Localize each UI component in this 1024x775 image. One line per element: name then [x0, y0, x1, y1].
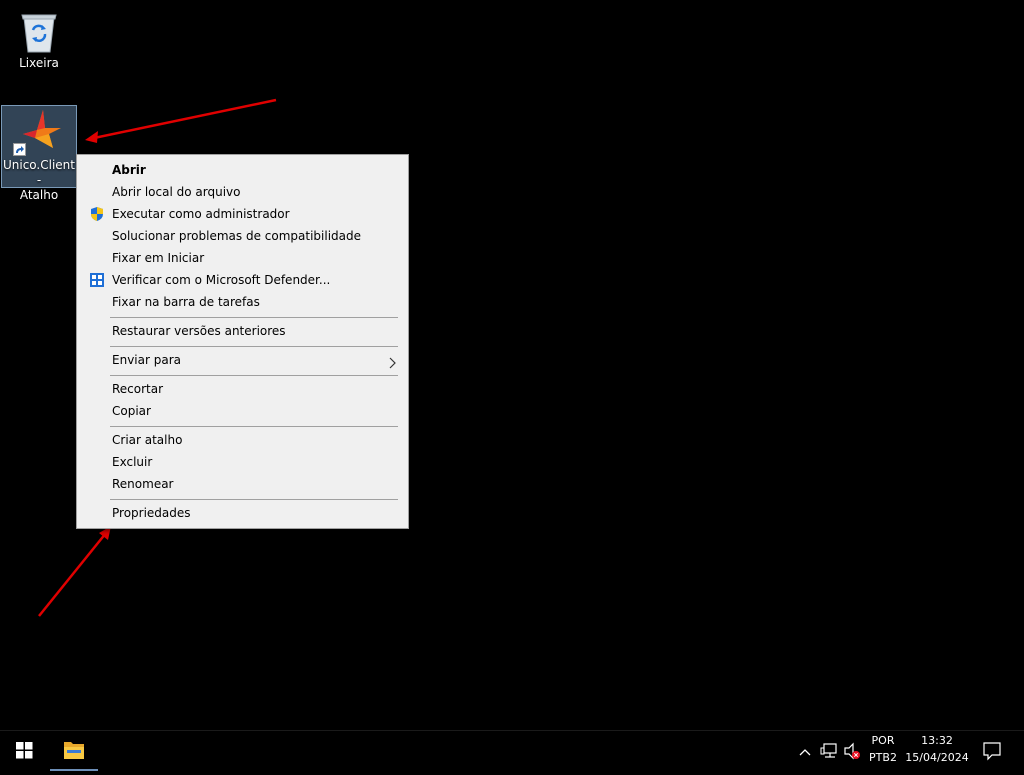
- folder-icon: [64, 742, 84, 759]
- recycle-bin-label: Lixeira: [19, 56, 59, 70]
- menu-item-label: Verificar com o Microsoft Defender...: [112, 273, 331, 287]
- menu-item-recortar[interactable]: Recortar: [79, 378, 406, 400]
- menu-item-label: Renomear: [112, 477, 174, 491]
- unico-client-shortcut[interactable]: Unico.Client - Atalho: [1, 105, 77, 202]
- unico-client-app-icon: [13, 108, 63, 156]
- recycle-bin-desktop-icon[interactable]: Lixeira: [1, 6, 77, 76]
- language-code: POR: [871, 734, 895, 747]
- menu-item-label: Copiar: [112, 404, 151, 418]
- menu-separator: [110, 346, 398, 347]
- menu-item-label: Fixar em Iniciar: [112, 251, 205, 265]
- menu-item-label: Solucionar problemas de compatibilidade: [112, 229, 361, 243]
- menu-item-fixar-em-iniciar[interactable]: Fixar em Iniciar: [79, 247, 406, 269]
- clock-date: 15/04/2024: [905, 751, 969, 764]
- menu-item-propriedades[interactable]: Propriedades: [79, 502, 406, 524]
- recycle-bin-icon: [19, 10, 59, 54]
- menu-item-label: Restaurar versões anteriores: [112, 324, 286, 338]
- uac-shield-icon: [89, 206, 105, 222]
- chevron-up-icon: [799, 749, 811, 756]
- menu-item-solucionar-problemas-compatibilidade[interactable]: Solucionar problemas de compatibilidade: [79, 225, 406, 247]
- action-center-button[interactable]: [978, 731, 1006, 771]
- show-hidden-icons-button[interactable]: [796, 731, 814, 771]
- defender-icon: [89, 272, 105, 288]
- notifications-icon: [983, 742, 1001, 761]
- context-menu: Abrir Abrir local do arquivo Executar co…: [76, 154, 409, 529]
- chevron-right-icon: [389, 354, 397, 369]
- menu-item-label: Recortar: [112, 382, 164, 396]
- menu-item-label: Enviar para: [112, 353, 181, 367]
- desktop[interactable]: Lixeira Unico.Client - Atalho Abrir Abri…: [0, 0, 1024, 730]
- menu-item-label: Criar atalho: [112, 433, 183, 447]
- menu-separator: [110, 375, 398, 376]
- menu-item-label: Propriedades: [112, 506, 191, 520]
- menu-item-fixar-barra-tarefas[interactable]: Fixar na barra de tarefas: [79, 291, 406, 313]
- menu-item-abrir[interactable]: Abrir: [79, 159, 406, 181]
- menu-item-enviar-para[interactable]: Enviar para: [79, 349, 406, 371]
- windows-logo-icon: [16, 742, 33, 759]
- clock-time: 13:32: [921, 734, 953, 747]
- menu-item-label: Abrir: [112, 163, 146, 177]
- menu-item-abrir-local-arquivo[interactable]: Abrir local do arquivo: [79, 181, 406, 203]
- menu-item-executar-como-administrador[interactable]: Executar como administrador: [79, 203, 406, 225]
- menu-item-restaurar-versoes-anteriores[interactable]: Restaurar versões anteriores: [79, 320, 406, 342]
- annotation-arrow-to-shortcut: [85, 98, 277, 143]
- menu-item-label: Abrir local do arquivo: [112, 185, 241, 199]
- shortcut-arrow-icon: [13, 143, 26, 156]
- input-language-button[interactable]: POR PTB2: [864, 731, 902, 771]
- menu-item-verificar-microsoft-defender[interactable]: Verificar com o Microsoft Defender...: [79, 269, 406, 291]
- menu-item-label: Fixar na barra de tarefas: [112, 295, 260, 309]
- menu-item-excluir[interactable]: Excluir: [79, 451, 406, 473]
- menu-separator: [110, 426, 398, 427]
- menu-item-label: Excluir: [112, 455, 153, 469]
- menu-separator: [110, 499, 398, 500]
- speaker-muted-icon: [844, 742, 860, 760]
- taskbar: POR PTB2 13:32 15/04/2024: [0, 730, 1024, 771]
- menu-item-copiar[interactable]: Copiar: [79, 400, 406, 422]
- unico-client-label-line2: Atalho: [19, 188, 59, 202]
- start-button[interactable]: [0, 731, 48, 771]
- taskbar-file-explorer-button[interactable]: [50, 731, 98, 771]
- annotation-arrow-to-properties: [38, 526, 111, 617]
- menu-item-renomear[interactable]: Renomear: [79, 473, 406, 495]
- menu-item-label: Executar como administrador: [112, 207, 290, 221]
- network-icon: [820, 743, 837, 758]
- unico-client-label-line1: Unico.Client -: [2, 158, 75, 187]
- volume-button[interactable]: [842, 731, 864, 771]
- clock-button[interactable]: 13:32 15/04/2024: [904, 731, 970, 771]
- menu-item-criar-atalho[interactable]: Criar atalho: [79, 429, 406, 451]
- keyboard-layout: PTB2: [869, 751, 897, 764]
- network-status-button[interactable]: [818, 731, 840, 771]
- menu-separator: [110, 317, 398, 318]
